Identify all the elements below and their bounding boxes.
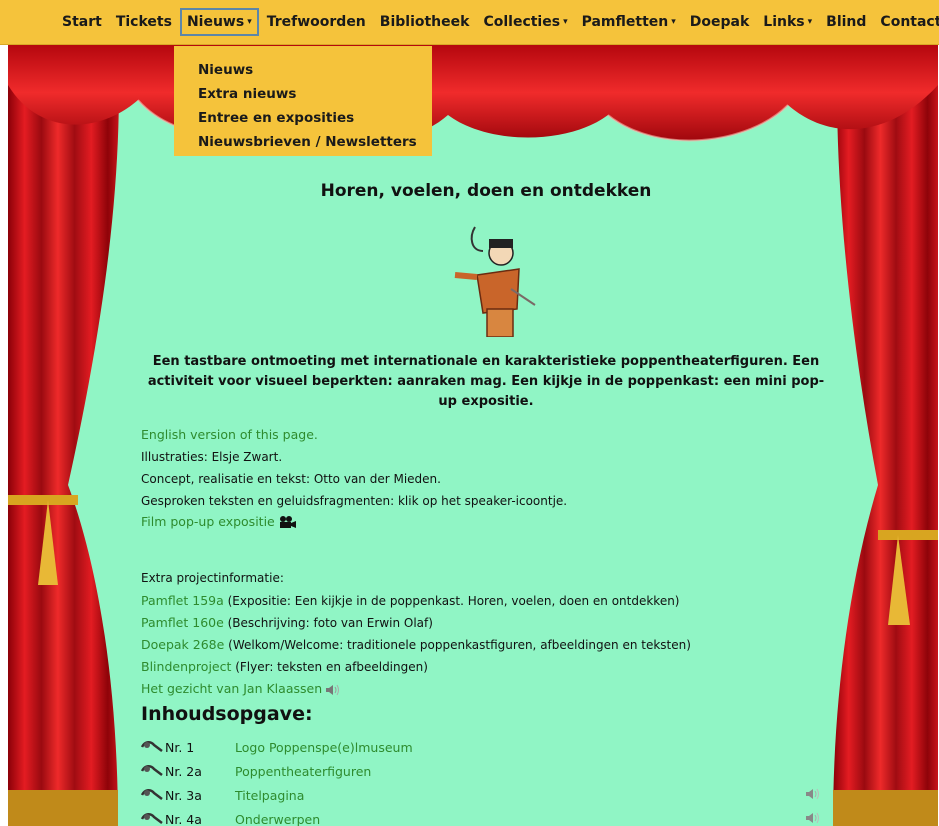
extra-row: Blindenproject (Flyer: teksten en afbeel… [141,659,428,674]
toc-row: Nr. 1 Logo Poppenspe(e)lmuseum [141,738,831,758]
chevron-down-icon: ▾ [247,17,252,27]
nieuws-dropdown-menu: Nieuws Extra nieuws Entree en exposities… [174,46,432,156]
film-row: Film pop-up expositie [141,514,296,529]
blindenproject-link[interactable]: Blindenproject [141,659,231,674]
english-version-link[interactable]: English version of this page. [141,427,318,442]
toc-link[interactable]: Titelpagina [235,788,304,803]
chevron-down-icon: ▾ [807,17,813,27]
nav-trefwoorden[interactable]: Trefwoorden [261,8,372,36]
nav-links[interactable]: Links ▾ [757,8,818,36]
right-curtain [833,45,938,826]
concept-credit: Concept, realisatie en tekst: Otto van d… [141,472,441,486]
toc-heading: Inhoudsopgave: [141,703,313,725]
hand-eye-icon [141,765,163,776]
toc-row: Nr. 3a Titelpagina [141,786,831,806]
nav-bibliotheek[interactable]: Bibliotheek [374,8,476,36]
doepak-268e-link[interactable]: Doepak 268e [141,637,224,652]
theater-stage: Horen, voelen, doen en ontdekken Een tas… [8,45,938,826]
jan-klaassen-link[interactable]: Het gezicht van Jan Klaassen [141,681,322,696]
toc-row: Nr. 4a Onderwerpen [141,810,831,826]
curtain-valance [8,45,938,142]
nav-pamfletten[interactable]: Pamfletten ▾ [576,8,682,36]
puppet-illustration [454,226,536,337]
toc-link[interactable]: Poppentheaterfiguren [235,764,371,779]
toc-link[interactable]: Onderwerpen [235,812,320,826]
nav-start[interactable]: Start [56,8,108,36]
hand-eye-icon [141,741,163,752]
pamflet-160e-link[interactable]: Pamflet 160e [141,615,224,630]
chevron-down-icon: ▾ [563,17,568,27]
dropdown-item-extra-nieuws[interactable]: Extra nieuws [174,82,432,106]
top-navbar: Start Tickets Nieuws ▾ Trefwoorden Biblio… [0,0,939,45]
extra-row: Pamflet 159a (Expositie: Een kijkje in d… [141,593,680,608]
speaker-icon[interactable] [806,788,820,800]
jan-klaassen-row: Het gezicht van Jan Klaassen [141,681,340,696]
dropdown-item-nieuws[interactable]: Nieuws [174,58,432,82]
intro-text: Een tastbare ontmoeting met internationa… [147,354,825,409]
nav-contact[interactable]: Contact [874,8,939,36]
hand-eye-icon [141,813,163,824]
nav-nieuws[interactable]: Nieuws ▾ [179,8,259,36]
film-link[interactable]: Film pop-up expositie [141,514,275,529]
nav-collecties[interactable]: Collecties ▾ [477,8,573,36]
chevron-down-icon: ▾ [671,17,676,27]
film-camera-icon[interactable] [279,516,296,529]
extra-row: Doepak 268e (Welkom/Welcome: traditionel… [141,637,691,652]
dropdown-item-entree-exposities[interactable]: Entree en exposities [174,106,432,130]
speaker-icon[interactable] [806,812,820,824]
extra-row: Pamflet 160e (Beschrijving: foto van Erw… [141,615,433,630]
pamflet-159a-link[interactable]: Pamflet 159a [141,593,224,608]
left-curtain [8,45,119,826]
nav-doepak[interactable]: Doepak [684,8,756,36]
nav-blind[interactable]: Blind [820,8,872,36]
illustrations-credit: Illustraties: Elsje Zwart. [141,450,283,464]
speaker-icon[interactable] [325,684,340,696]
toc-link[interactable]: Logo Poppenspe(e)lmuseum [235,740,413,755]
toc-row: Nr. 2a Poppentheaterfiguren [141,762,831,782]
nav-tickets[interactable]: Tickets [110,8,178,36]
dropdown-item-nieuwsbrieven[interactable]: Nieuwsbrieven / Newsletters [174,130,432,154]
extra-info-label: Extra projectinformatie: [141,571,284,585]
nav-list: Start Tickets Nieuws ▾ Trefwoorden Biblio… [56,0,939,44]
spoken-text-note: Gesproken teksten en geluidsfragmenten: … [141,494,568,508]
page-title: Horen, voelen, doen en ontdekken [320,181,652,201]
hand-eye-icon [141,789,163,800]
